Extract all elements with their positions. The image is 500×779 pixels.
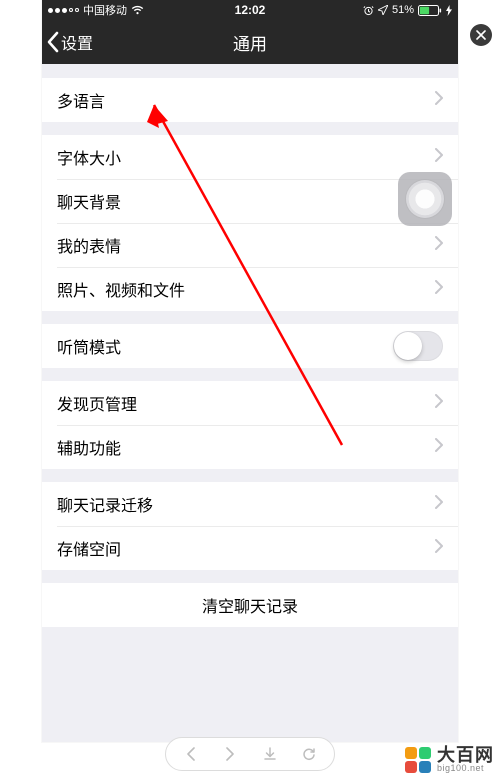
disclosure-indicator [435,148,443,167]
prev-button[interactable] [177,740,205,768]
row-label: 多语言 [57,88,435,112]
viewer-toolbar [165,737,335,771]
disclosure-indicator [435,438,443,457]
chevron-right-icon [225,747,235,761]
watermark-name: 大百网 [437,746,494,764]
clock: 12:02 [42,3,458,17]
settings-group: 字体大小聊天背景我的表情照片、视频和文件 [42,135,458,311]
disclosure-indicator [435,236,443,255]
chevron-right-icon [435,280,443,294]
watermark-text: 大百网 big100.net [437,746,494,773]
toggle-switch[interactable] [393,331,443,361]
chevron-right-icon [435,394,443,408]
chevron-right-icon [435,236,443,250]
next-button[interactable] [216,740,244,768]
settings-row[interactable]: 发现页管理 [42,381,458,425]
watermark-url: big100.net [437,764,494,773]
settings-row[interactable]: 清空聊天记录 [42,583,458,627]
status-bar: 中国移动 12:02 51% [42,0,458,20]
nav-title: 通用 [42,30,458,55]
disclosure-indicator [435,495,443,514]
assistive-touch-icon [406,180,444,218]
download-button[interactable] [256,740,284,768]
settings-row[interactable]: 辅助功能 [42,425,458,469]
disclosure-indicator [435,280,443,299]
chevron-right-icon [435,91,443,105]
row-label: 清空聊天记录 [202,593,298,617]
download-icon [263,747,277,761]
settings-row[interactable]: 我的表情 [42,223,458,267]
disclosure-indicator [435,539,443,558]
row-label: 听筒模式 [57,334,393,358]
close-button[interactable] [470,24,492,46]
nav-bar: 设置 通用 [42,20,458,64]
assistive-touch-button[interactable] [398,172,452,226]
settings-content: 多语言字体大小聊天背景我的表情照片、视频和文件听筒模式发现页管理辅助功能聊天记录… [42,64,458,742]
settings-row[interactable]: 听筒模式 [42,324,458,368]
chevron-right-icon [435,539,443,553]
settings-row[interactable]: 字体大小 [42,135,458,179]
settings-group: 发现页管理辅助功能 [42,381,458,469]
chevron-right-icon [435,148,443,162]
settings-group: 清空聊天记录 [42,583,458,627]
row-label: 聊天背景 [57,189,435,213]
settings-row[interactable]: 聊天背景 [42,179,458,223]
row-label: 发现页管理 [57,391,435,415]
rotate-button[interactable] [295,740,323,768]
row-label: 存储空间 [57,536,435,560]
chevron-right-icon [435,495,443,509]
switch-knob [394,332,422,360]
settings-row[interactable]: 聊天记录迁移 [42,482,458,526]
settings-group: 听筒模式 [42,324,458,368]
settings-row[interactable]: 多语言 [42,78,458,122]
row-label: 照片、视频和文件 [57,277,435,301]
chevron-left-icon [186,747,196,761]
chevron-left-icon [46,31,59,53]
row-label: 聊天记录迁移 [57,492,435,516]
settings-row[interactable]: 存储空间 [42,526,458,570]
row-label: 字体大小 [57,145,435,169]
back-label: 设置 [61,30,93,54]
phone-frame: 中国移动 12:02 51% [42,0,458,742]
chevron-right-icon [435,438,443,452]
settings-row[interactable]: 照片、视频和文件 [42,267,458,311]
disclosure-indicator [435,394,443,413]
disclosure-indicator [435,91,443,110]
settings-group: 多语言 [42,78,458,122]
watermark: 大百网 big100.net [405,746,494,773]
back-button[interactable]: 设置 [42,30,93,54]
close-icon [476,30,486,40]
settings-group: 聊天记录迁移存储空间 [42,482,458,570]
watermark-logo-icon [405,747,431,773]
row-label: 辅助功能 [57,435,435,459]
rotate-icon [302,747,316,761]
row-label: 我的表情 [57,233,435,257]
stage: 中国移动 12:02 51% [0,0,500,779]
